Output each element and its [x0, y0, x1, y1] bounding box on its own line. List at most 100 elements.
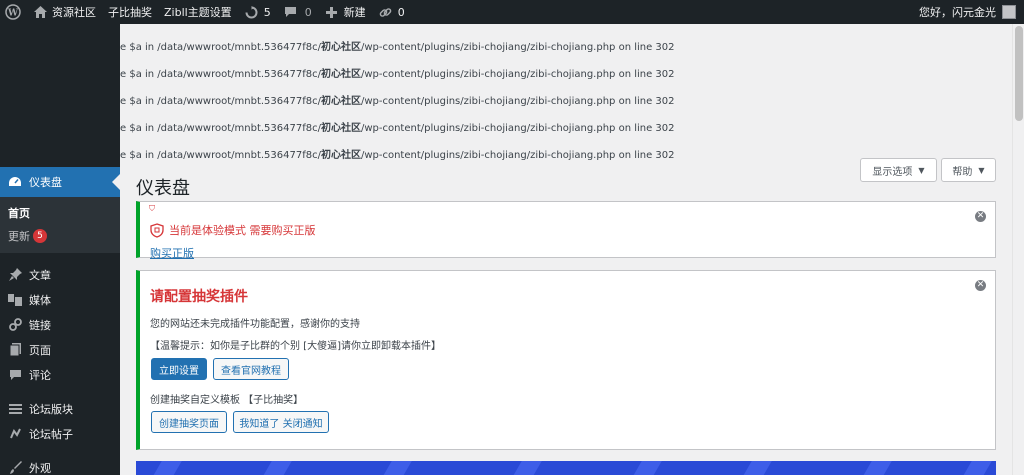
dismiss-icon[interactable]: ✕	[975, 211, 986, 222]
plus-icon	[324, 4, 340, 20]
media-icon	[7, 292, 23, 308]
menu-separator	[0, 387, 120, 396]
page-title: 仪表盘	[136, 178, 190, 199]
notice-text: 您的网站还未完成插件功能配置，感谢你的支持	[150, 319, 360, 330]
warning-line-no: on line 302	[615, 96, 675, 107]
comments-link[interactable]: 0	[277, 0, 318, 24]
warning-path: e $a in /data/wwwroot/mnbt.536477f8c/	[120, 69, 321, 80]
trial-message-text: 当前是体验模式 需要购买正版	[169, 224, 316, 237]
comments-count: 0	[304, 5, 312, 19]
view-tutorial-button[interactable]: 查看官网教程	[213, 358, 289, 380]
site-name-link[interactable]: 资源社区	[26, 0, 102, 24]
menu-separator	[0, 253, 120, 262]
scrollbar-thumb[interactable]	[1015, 26, 1023, 121]
new-label: 新建	[343, 6, 366, 19]
php-warning-line: e $a in /data/wwwroot/mnbt.536477f8c/初心社…	[120, 92, 675, 107]
caret-down-icon: ▼	[918, 165, 925, 175]
trial-mode-notice: ⛉ 当前是体验模式 需要购买正版 购买正版 ✕	[136, 201, 996, 261]
warning-path: e $a in /data/wwwroot/mnbt.536477f8c/	[120, 42, 321, 53]
sidebar-item-appearance[interactable]: 外观	[0, 455, 120, 475]
submenu-home-label: 首页	[8, 206, 30, 220]
updates-link[interactable]: 5	[238, 0, 277, 24]
warning-file: /wp-content/plugins/zibi-chojiang/zibi-c…	[360, 150, 616, 161]
sidebar-item-links[interactable]: 链接	[0, 312, 120, 337]
php-warning-line: e $a in /data/wwwroot/mnbt.536477f8c/初心社…	[120, 119, 675, 134]
admin-sidebar: 仪表盘 首页 更新 5 文章 媒体 链接 页面 评论 论坛版块 论坛帖子 外观	[0, 24, 120, 475]
link-icon	[378, 4, 394, 20]
sidebar-item-forum-sections[interactable]: 论坛版块	[0, 396, 120, 421]
new-content-link[interactable]: 新建	[318, 0, 372, 24]
forum-icon	[7, 401, 23, 417]
sidebar-item-label: 文章	[29, 268, 51, 282]
home-icon	[32, 4, 48, 20]
submenu-updates[interactable]: 更新 5	[0, 224, 120, 247]
pin-icon	[7, 267, 23, 283]
svg-text:W: W	[7, 9, 19, 19]
brush-icon	[7, 460, 23, 475]
my-account-link[interactable]: 您好，闪元金光	[913, 0, 1024, 24]
admin-bar: W 资源社区 子比抽奖 Zibll主题设置 5 0 新建 0 您好，闪元金光	[0, 0, 1024, 24]
sidebar-item-label: 链接	[29, 318, 51, 332]
warning-file: /wp-content/plugins/zibi-chojiang/zibi-c…	[360, 69, 616, 80]
warning-line-no: on line 302	[615, 150, 675, 161]
admin-menu-zibll-settings[interactable]: Zibll主题设置	[158, 0, 238, 24]
help-label: 帮助	[952, 166, 973, 178]
buy-license-link[interactable]: 购买正版	[150, 245, 194, 261]
php-warning-line: e $a in /data/wwwroot/mnbt.536477f8c/初心社…	[120, 65, 675, 80]
screen-options-button[interactable]: 显示选项 ▼	[860, 158, 937, 182]
sidebar-item-posts[interactable]: 文章	[0, 262, 120, 287]
create-template-text: 创建抽奖自定义模板 【子比抽奖】	[150, 395, 304, 406]
sidebar-item-label: 论坛版块	[29, 402, 73, 416]
warning-line-no: on line 302	[615, 42, 675, 53]
menu-separator	[0, 446, 120, 455]
submenu-updates-label: 更新	[8, 229, 30, 243]
notice-title: 请配置抽奖插件	[150, 289, 248, 305]
sidebar-item-label: 媒体	[29, 293, 51, 307]
sidebar-item-label: 外观	[29, 461, 51, 475]
configure-lottery-notice: 请配置抽奖插件 您的网站还未完成插件功能配置，感谢你的支持 【温馨提示：如你是子…	[136, 270, 996, 450]
greeting-label: 您好，闪元金光	[919, 6, 996, 19]
wordpress-logo-icon[interactable]: W	[0, 0, 26, 24]
warning-site: 初心社区	[320, 123, 361, 134]
sidebar-item-label: 评论	[29, 368, 51, 382]
php-warning-line: e $a in /data/wwwroot/mnbt.536477f8c/初心社…	[120, 38, 675, 53]
setup-now-button[interactable]: 立即设置	[151, 358, 207, 380]
warning-file: /wp-content/plugins/zibi-chojiang/zibi-c…	[360, 96, 616, 107]
create-lottery-page-button[interactable]: 创建抽奖页面	[151, 411, 227, 433]
admin-menu-lottery[interactable]: 子比抽奖	[102, 0, 158, 24]
sidebar-item-forum-threads[interactable]: 论坛帖子	[0, 421, 120, 446]
notice-warning-text: 【温馨提示：如你是子比群的个别 [大傻逼]请你立即卸载本插件】	[150, 341, 441, 352]
sidebar-item-dashboard[interactable]: 仪表盘	[0, 167, 120, 197]
dashboard-submenu: 首页 更新 5	[0, 197, 120, 253]
promo-banner	[136, 461, 996, 475]
sidebar-item-label: 仪表盘	[29, 176, 62, 189]
php-warning-line: e $a in /data/wwwroot/mnbt.536477f8c/初心社…	[120, 146, 675, 161]
submenu-home[interactable]: 首页	[0, 201, 120, 224]
dismiss-icon[interactable]: ✕	[975, 280, 986, 291]
warning-file: /wp-content/plugins/zibi-chojiang/zibi-c…	[360, 42, 616, 53]
updates-count: 5	[263, 5, 271, 19]
caret-down-icon: ▼	[978, 165, 985, 175]
links-menu[interactable]: 0	[372, 0, 411, 24]
help-button[interactable]: 帮助 ▼	[941, 158, 996, 182]
sidebar-item-pages[interactable]: 页面	[0, 337, 120, 362]
warning-line-no: on line 302	[615, 123, 675, 134]
dismiss-notice-button[interactable]: 我知道了 关闭通知	[233, 411, 329, 433]
zibll-settings-label: Zibll主题设置	[164, 6, 232, 19]
page-icon	[7, 342, 23, 358]
warning-file: /wp-content/plugins/zibi-chojiang/zibi-c…	[360, 123, 616, 134]
link-icon	[7, 317, 23, 333]
trial-message: 当前是体验模式 需要购买正版	[150, 222, 316, 238]
sidebar-item-comments[interactable]: 评论	[0, 362, 120, 387]
screen-options-label: 显示选项	[872, 166, 913, 178]
warning-site: 初心社区	[320, 42, 361, 53]
refresh-icon	[244, 4, 260, 20]
avatar	[1002, 5, 1016, 19]
sidebar-item-media[interactable]: 媒体	[0, 287, 120, 312]
warning-site: 初心社区	[320, 150, 361, 161]
updates-badge: 5	[33, 228, 47, 243]
page-scrollbar[interactable]	[1012, 24, 1024, 475]
sidebar-item-label: 论坛帖子	[29, 427, 73, 441]
warning-path: e $a in /data/wwwroot/mnbt.536477f8c/	[120, 96, 321, 107]
